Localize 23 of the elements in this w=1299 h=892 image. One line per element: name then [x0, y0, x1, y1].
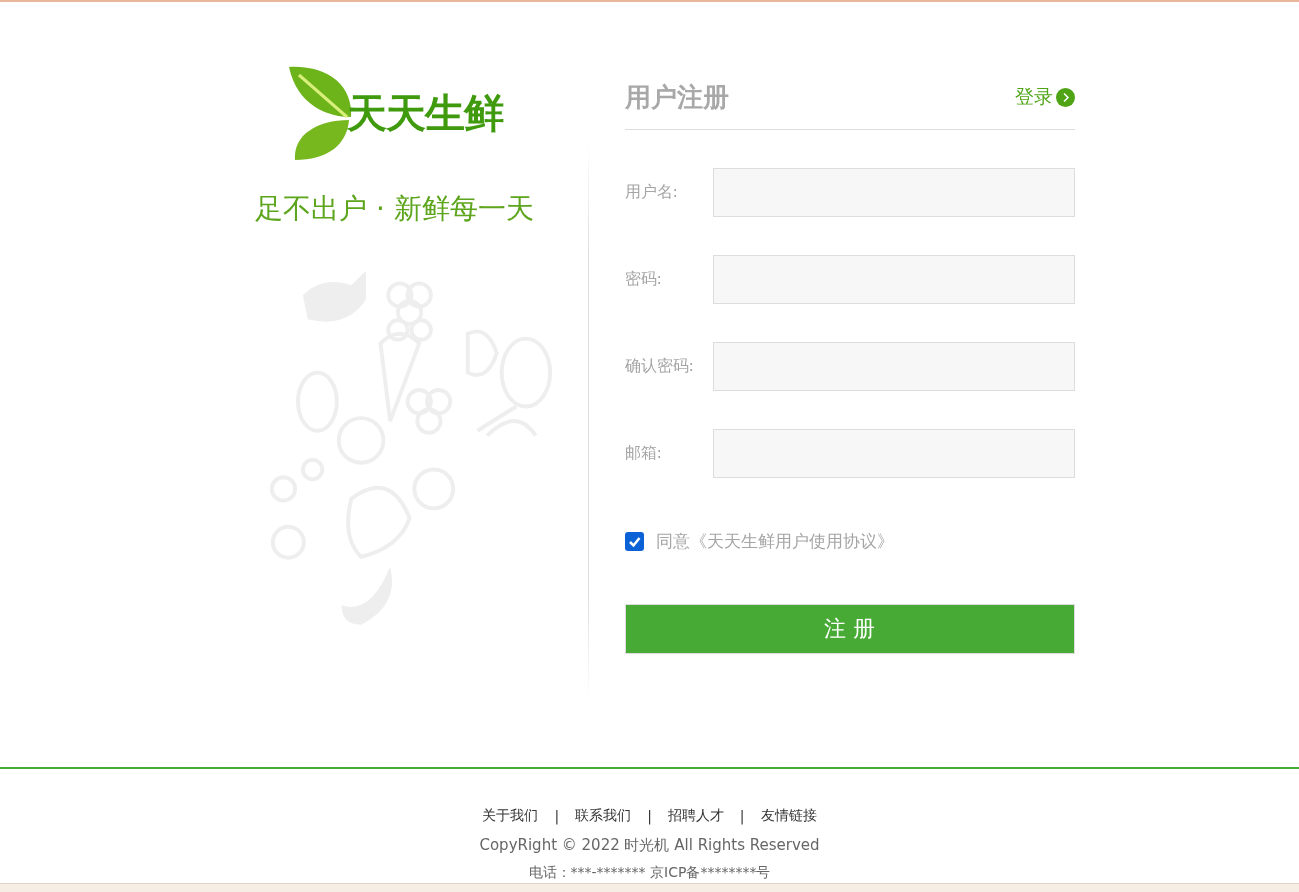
agreement-label: 同意《天天生鲜用户使用协议》 — [655, 530, 894, 553]
input-field[interactable] — [712, 342, 1075, 391]
slogan: 足不出户 · 新鲜每一天 — [255, 191, 534, 227]
input-field[interactable] — [712, 255, 1075, 304]
footer-link[interactable]: 联系我们 — [575, 807, 632, 825]
separator: | — [554, 808, 560, 824]
arrow-circle-icon — [1055, 87, 1075, 107]
footer-link[interactable]: 关于我们 — [482, 807, 539, 825]
footer-link[interactable]: 友情链接 — [760, 807, 817, 825]
contact-text: 电话：***-******* 京ICP备********号 — [528, 864, 771, 882]
logo-text: 天天生鲜 — [346, 89, 503, 138]
footer-link[interactable]: 招聘人才 — [667, 807, 724, 825]
input-field[interactable] — [712, 429, 1075, 478]
field-label: 用户名: — [624, 182, 679, 203]
separator: | — [647, 808, 652, 824]
separator: | — [739, 808, 745, 824]
field-label: 密码: — [624, 269, 663, 290]
checkbox[interactable] — [624, 532, 644, 551]
copyright-text: CopyRight © 2022 时光机 All Rights Reserved — [479, 836, 820, 855]
field-label: 确认密码: — [624, 356, 695, 377]
input-field[interactable] — [712, 168, 1075, 217]
form-title: 用户注册 — [624, 80, 729, 114]
field-label: 邮箱: — [624, 443, 663, 464]
